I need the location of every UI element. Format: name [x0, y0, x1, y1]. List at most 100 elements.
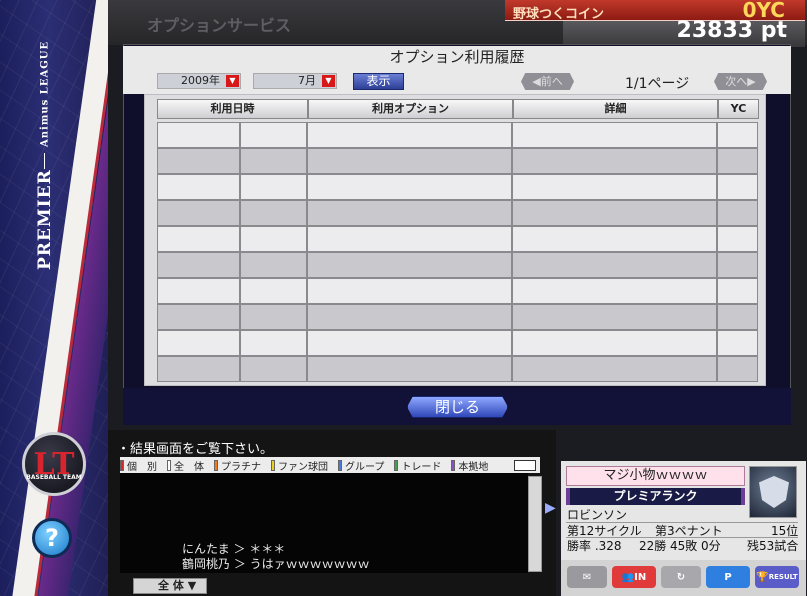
table-cell — [512, 278, 717, 304]
table-cell — [512, 148, 717, 174]
team-logo[interactable]: LT BASEBALL TEAM — [22, 432, 86, 496]
expand-chat-icon[interactable]: ▶ — [545, 500, 559, 520]
chevron-left-icon: ◀ — [532, 75, 541, 88]
table-cell — [307, 174, 512, 200]
year-select[interactable]: 2009年 ▼ — [157, 73, 241, 89]
table-cell — [240, 226, 307, 252]
table-cell — [240, 174, 307, 200]
table-cell — [307, 252, 512, 278]
table-cell — [157, 356, 240, 382]
points-value: 23833 pt — [676, 18, 787, 43]
chat-line: 鶴岡桃乃 ＞ うはァｗｗｗｗｗｗｗ — [182, 557, 370, 571]
prev-page-button[interactable]: ◀前へ — [521, 73, 574, 90]
table-cell — [717, 330, 758, 356]
table-cell — [240, 200, 307, 226]
tab-color-icon — [120, 459, 124, 471]
table-cell — [512, 252, 717, 278]
chat-tab[interactable]: プラチナ — [214, 458, 261, 473]
chat-scrollbar[interactable] — [528, 476, 542, 572]
table-cell — [717, 200, 758, 226]
users-icon: 👥 — [621, 571, 635, 583]
trophy-icon: 🏆 — [756, 571, 769, 583]
chat-tab[interactable]: グループ — [338, 458, 384, 473]
window-toggle-icon[interactable] — [514, 459, 536, 471]
tab-color-icon — [451, 459, 456, 471]
table-cell — [512, 356, 717, 382]
channel-value: 全 体 — [158, 579, 184, 592]
table-cell — [157, 304, 240, 330]
chat-tab-label: 本拠地 — [458, 461, 489, 473]
chat-tab[interactable]: ファン球団 — [271, 458, 328, 473]
month-select[interactable]: 7月 ▼ — [253, 73, 337, 89]
tab-color-icon — [214, 459, 218, 471]
chat-channel-select[interactable]: 全 体 ▼ — [133, 578, 207, 594]
chat-tab[interactable]: 本拠地 — [451, 458, 488, 473]
table-header: 利用日時 利用オプション 詳細 YC — [157, 99, 759, 119]
rank-emblem-icon — [749, 466, 797, 518]
table-cell — [307, 226, 512, 252]
table-cell — [307, 356, 512, 382]
help-question-icon[interactable]: ? — [32, 518, 72, 558]
league-subname: Animus LEAGUE — [39, 41, 51, 148]
player-win-rate: 勝率 .328 — [567, 539, 622, 553]
table-cell — [717, 252, 758, 278]
player-wins: 22勝 — [639, 539, 667, 553]
table-cell — [240, 278, 307, 304]
table-cell — [157, 252, 240, 278]
table-cell — [240, 252, 307, 278]
chat-tab[interactable]: トレード — [394, 458, 441, 473]
tab-color-icon — [338, 459, 342, 471]
table-cell — [307, 148, 512, 174]
column-header-date: 利用日時 — [157, 99, 308, 119]
column-header-yc: YC — [718, 99, 759, 119]
table-cell — [157, 174, 240, 200]
chat-tab-label: 全 体 — [174, 461, 204, 473]
table-body — [157, 122, 758, 382]
tab-color-icon — [394, 459, 399, 471]
chat-notice: ・結果画面をご覧下さい。 — [117, 442, 274, 457]
table-row — [157, 252, 758, 278]
p-button[interactable]: P — [706, 566, 750, 588]
table-cell — [157, 148, 240, 174]
table-row — [157, 200, 758, 226]
column-header-option: 利用オプション — [308, 99, 513, 119]
table-cell — [717, 148, 758, 174]
rank-label: プレミアランク — [566, 488, 745, 505]
table-row — [157, 148, 758, 174]
chat-tab-label: プラチナ — [221, 461, 261, 473]
table-row — [157, 122, 758, 148]
table-row — [157, 174, 758, 200]
tab-color-icon — [271, 459, 275, 471]
table-cell — [717, 278, 758, 304]
result-button[interactable]: 🏆 RESULT — [755, 566, 799, 588]
table-cell — [157, 122, 240, 148]
table-cell — [512, 174, 717, 200]
player-title: マジ小物ｗｗｗｗ — [566, 466, 745, 486]
in-label: IN — [634, 571, 647, 583]
table-cell — [307, 304, 512, 330]
table-cell — [307, 330, 512, 356]
year-value: 2009年 — [181, 74, 220, 87]
league-divider — [44, 153, 46, 170]
player-draws: 0分 — [701, 539, 721, 553]
panel-title: オプション利用履歴 — [123, 46, 791, 68]
chat-tab[interactable]: 全 体 — [167, 458, 204, 473]
next-label: 次へ — [725, 75, 748, 88]
in-button[interactable]: 👥 IN — [612, 566, 656, 588]
chat-tab[interactable]: 個 別 — [120, 458, 157, 473]
table-cell — [512, 122, 717, 148]
prev-label: 前へ — [540, 75, 563, 88]
chat-tab-label: トレード — [401, 461, 442, 473]
chat-tab-label: 個 別 — [127, 461, 157, 473]
refresh-button[interactable]: ↻ — [661, 566, 701, 588]
table-row — [157, 226, 758, 252]
chat-text: うはァｗｗｗｗｗｗｗ — [249, 557, 370, 571]
table-cell — [717, 122, 758, 148]
show-button[interactable]: 表示 — [353, 73, 404, 90]
close-button[interactable]: 閉じる — [407, 396, 508, 418]
shield-icon — [759, 476, 789, 508]
table-cell — [512, 304, 717, 330]
page-indicator: 1/1ページ — [625, 76, 690, 92]
mail-button[interactable]: ✉ — [567, 566, 607, 588]
next-page-button[interactable]: 次へ▶ — [714, 73, 767, 90]
